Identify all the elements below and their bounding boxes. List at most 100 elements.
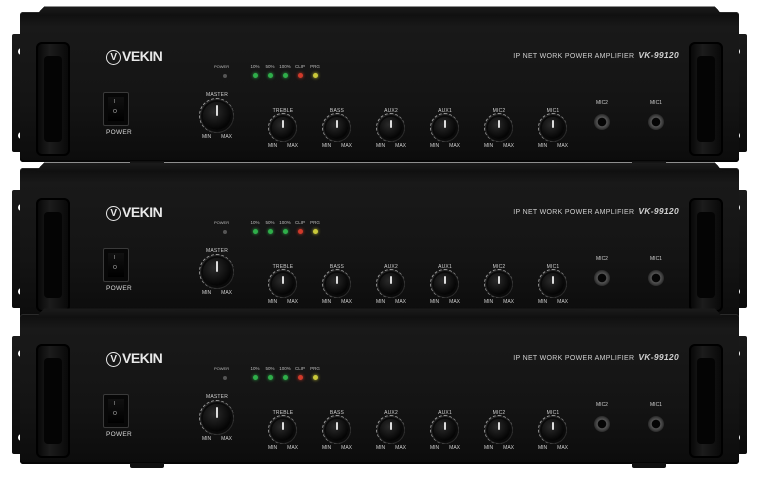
knob-treble[interactable]: TREBLE MIN MAX	[258, 108, 308, 168]
knob-range-labels: MIN MAX	[201, 436, 232, 442]
power-led-label: POWER	[214, 220, 230, 225]
brand-logo: V VEKIN	[106, 48, 163, 65]
knob-pointer	[336, 120, 338, 128]
knob-range-labels: MIN MAX	[375, 299, 406, 305]
knob-aux2[interactable]: AUX2 MIN MAX	[366, 108, 416, 168]
knob-range-labels: MIN MAX	[375, 143, 406, 149]
amplifier-stack: V VEKIN IP NET WORK POWER AMPLIFIER VK-991…	[0, 0, 759, 483]
amplifier-unit-3: V VEKIN IP NET WORK POWER AMPLIFIER VK-991…	[12, 314, 747, 468]
knob-pointer	[498, 120, 500, 128]
knob-pointer	[216, 261, 218, 272]
model-label: IP NET WORK POWER AMPLIFIER VK-99120	[513, 206, 679, 216]
knob-mic1[interactable]: MIC1 MIN MAX	[528, 410, 578, 470]
handle-left	[36, 344, 70, 458]
handle-left	[36, 198, 70, 312]
meter-clip: CLIP	[293, 366, 307, 380]
meter-100: 100%	[278, 366, 292, 380]
knob-master[interactable]: MASTER MIN MAX	[192, 248, 242, 308]
power-led	[223, 376, 227, 380]
meter-clip: CLIP	[293, 64, 307, 78]
knob-pointer	[390, 276, 392, 284]
knob-bass[interactable]: BASS MIN MAX	[312, 410, 362, 470]
power-switch[interactable]: IO	[103, 248, 129, 282]
meter-prg: PRG	[308, 366, 322, 380]
power-led	[223, 74, 227, 78]
mic2-jack[interactable]: MIC2	[594, 100, 610, 130]
knob-mic2[interactable]: MIC2 MIN MAX	[474, 108, 524, 168]
knob-pointer	[216, 407, 218, 418]
power-switch-label: POWER	[106, 431, 133, 438]
knob-range-labels: MIN MAX	[201, 134, 232, 140]
knob-mic1[interactable]: MIC1 MIN MAX	[528, 108, 578, 168]
knob-pointer	[444, 422, 446, 430]
front-panel: V VEKIN IP NET WORK POWER AMPLIFIER VK-991…	[20, 168, 739, 322]
knob-pointer	[444, 276, 446, 284]
knob-treble[interactable]: TREBLE MIN MAX	[258, 410, 308, 470]
knob-pointer	[336, 422, 338, 430]
knob-aux1[interactable]: AUX1 MIN MAX	[420, 410, 470, 470]
knob-pointer	[552, 422, 554, 430]
mic2-jack[interactable]: MIC2	[594, 402, 610, 432]
foot	[632, 463, 666, 468]
knob-range-labels: MIN MAX	[429, 143, 460, 149]
mic1-jack[interactable]: MIC1	[648, 402, 664, 432]
knob-range-labels: MIN MAX	[429, 299, 460, 305]
brand-logo-icon: V	[106, 50, 121, 65]
meter-100: 100%	[278, 64, 292, 78]
knob-range-labels: MIN MAX	[201, 290, 232, 296]
meter-50: 50%	[263, 220, 277, 234]
power-led	[223, 230, 227, 234]
meter-50: 50%	[263, 366, 277, 380]
meter-prg: PRG	[308, 220, 322, 234]
knob-range-labels: MIN MAX	[267, 143, 298, 149]
knob-range-labels: MIN MAX	[537, 299, 568, 305]
power-led-label: POWER	[214, 366, 230, 371]
model-label: IP NET WORK POWER AMPLIFIER VK-99120	[513, 50, 679, 60]
knob-aux1[interactable]: AUX1 MIN MAX	[420, 108, 470, 168]
knob-aux2[interactable]: AUX2 MIN MAX	[366, 410, 416, 470]
knob-pointer	[552, 120, 554, 128]
knob-pointer	[282, 120, 284, 128]
power-switch[interactable]: IO	[103, 394, 129, 428]
brand-logo: V VEKIN	[106, 204, 163, 221]
knob-range-labels: MIN MAX	[321, 299, 352, 305]
model-label: IP NET WORK POWER AMPLIFIER VK-99120	[513, 352, 679, 362]
knob-pointer	[498, 276, 500, 284]
knob-pointer	[552, 276, 554, 284]
meter-10: 10%	[248, 220, 262, 234]
knob-range-labels: MIN MAX	[321, 445, 352, 451]
knob-range-labels: MIN MAX	[483, 445, 514, 451]
brand-logo: V VEKIN	[106, 350, 163, 367]
knob-range-labels: MIN MAX	[483, 143, 514, 149]
knob-pointer	[444, 120, 446, 128]
mic1-jack[interactable]: MIC1	[648, 256, 664, 286]
knob-range-labels: MIN MAX	[321, 143, 352, 149]
knob-mic2[interactable]: MIC2 MIN MAX	[474, 410, 524, 470]
knob-range-labels: MIN MAX	[429, 445, 460, 451]
knob-pointer	[390, 120, 392, 128]
meter-10: 10%	[248, 64, 262, 78]
mic2-jack[interactable]: MIC2	[594, 256, 610, 286]
handle-right	[689, 198, 723, 312]
knob-pointer	[498, 422, 500, 430]
meter-50: 50%	[263, 64, 277, 78]
meter-prg: PRG	[308, 64, 322, 78]
front-panel: V VEKIN IP NET WORK POWER AMPLIFIER VK-991…	[20, 12, 739, 166]
knob-bass[interactable]: BASS MIN MAX	[312, 108, 362, 168]
mic1-jack[interactable]: MIC1	[648, 100, 664, 130]
knob-range-labels: MIN MAX	[537, 143, 568, 149]
knob-master[interactable]: MASTER MIN MAX	[192, 394, 242, 454]
handle-right	[689, 344, 723, 458]
knob-range-labels: MIN MAX	[375, 445, 406, 451]
foot	[130, 463, 164, 468]
knob-range-labels: MIN MAX	[267, 445, 298, 451]
knob-pointer	[390, 422, 392, 430]
handle-right	[689, 42, 723, 156]
power-switch[interactable]: IO	[103, 92, 129, 126]
knob-range-labels: MIN MAX	[267, 299, 298, 305]
meter-clip: CLIP	[293, 220, 307, 234]
knob-master[interactable]: MASTER MIN MAX	[192, 92, 242, 152]
meter-10: 10%	[248, 366, 262, 380]
knob-range-labels: MIN MAX	[537, 445, 568, 451]
power-switch-label: POWER	[106, 285, 133, 292]
